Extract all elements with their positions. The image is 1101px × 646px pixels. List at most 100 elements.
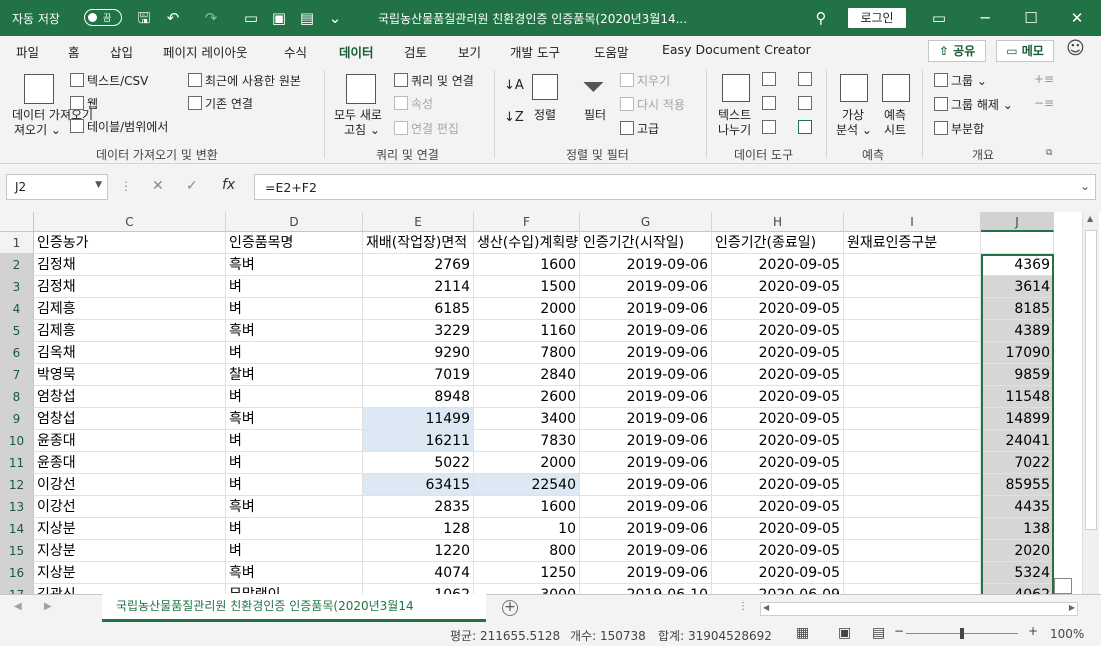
table-cell[interactable] xyxy=(844,452,981,474)
login-button[interactable]: 로그인 xyxy=(848,8,906,28)
table-cell[interactable]: 엄창섭 xyxy=(34,408,226,430)
table-cell[interactable]: 2020-09-05 xyxy=(712,540,844,562)
table-cell[interactable]: 2019-09-06 xyxy=(580,562,712,584)
table-cell[interactable]: 2020-09-05 xyxy=(712,364,844,386)
table-cell[interactable]: 2835 xyxy=(363,496,474,518)
spreadsheet-grid[interactable]: C D E F G H I J 1 인증농가 인증품목명 재배(작업장)면적 생산(수입)계획량 인증기간… xyxy=(0,212,1101,594)
table-cell[interactable]: 2019-09-06 xyxy=(580,298,712,320)
from-web-button[interactable]: 웹 xyxy=(70,95,98,112)
table-cell[interactable]: 2020-09-05 xyxy=(712,430,844,452)
chevron-down-icon[interactable]: ▼ xyxy=(95,180,102,190)
table-cell[interactable]: 이강선 xyxy=(34,474,226,496)
recent-sources-button[interactable]: 최근에 사용한 원본 xyxy=(188,72,301,89)
table-cell[interactable]: 2019-09-06 xyxy=(580,386,712,408)
table-cell[interactable]: 2020-06-09 xyxy=(712,584,844,594)
table-cell[interactable]: 3000 xyxy=(474,584,580,594)
table-cell[interactable]: 63415 xyxy=(363,474,474,496)
table-cell[interactable]: 찰벼 xyxy=(226,364,363,386)
table-cell[interactable]: 2020-09-05 xyxy=(712,276,844,298)
table-cell[interactable]: 벼 xyxy=(226,430,363,452)
zoom-out-icon[interactable]: − xyxy=(894,624,904,638)
table-cell[interactable]: 2020-09-05 xyxy=(712,496,844,518)
table-cell[interactable] xyxy=(844,474,981,496)
table-cell[interactable]: 벼 xyxy=(226,386,363,408)
table-cell[interactable]: 이강선 xyxy=(34,496,226,518)
table-cell[interactable]: 김광신 xyxy=(34,584,226,594)
forecast-sheet-label2[interactable]: 시트 xyxy=(884,121,906,138)
row-header[interactable]: 16 xyxy=(0,562,34,584)
hide-detail-icon[interactable]: −≡ xyxy=(1034,96,1054,110)
feedback-smiley-icon[interactable]: ☺ xyxy=(1066,38,1085,59)
table-cell[interactable]: 박영묵 xyxy=(34,364,226,386)
refresh-all-dropdown[interactable]: 고침 ⌄ xyxy=(344,121,380,138)
sum-cell[interactable]: 24041 xyxy=(981,430,1054,452)
enter-icon[interactable]: ✓ xyxy=(186,178,198,194)
table-cell[interactable] xyxy=(844,430,981,452)
header-cell-g[interactable]: 인증기간(시작일) xyxy=(580,232,712,254)
table-cell[interactable]: 2000 xyxy=(474,452,580,474)
sum-cell[interactable]: 8185 xyxy=(981,298,1054,320)
data-validation-icon[interactable] xyxy=(762,120,776,134)
data-model-icon[interactable] xyxy=(798,120,812,134)
subtotal-button[interactable]: 부분합 xyxy=(934,120,984,137)
table-cell[interactable]: 2020-09-05 xyxy=(712,298,844,320)
get-data-dropdown[interactable]: 져오기 ⌄ xyxy=(14,121,61,138)
clear-filter-button[interactable]: 지우기 xyxy=(620,72,670,89)
row-header[interactable]: 17 xyxy=(0,584,34,594)
undo-icon[interactable]: ↶ xyxy=(164,9,182,27)
sum-cell[interactable]: 138 xyxy=(981,518,1054,540)
row-header[interactable]: 15 xyxy=(0,540,34,562)
table-cell[interactable] xyxy=(844,518,981,540)
table-cell[interactable]: 무말랭이 xyxy=(226,584,363,594)
table-cell[interactable] xyxy=(844,276,981,298)
table-cell[interactable]: 800 xyxy=(474,540,580,562)
table-cell[interactable]: 1250 xyxy=(474,562,580,584)
table-cell[interactable]: 2019-09-06 xyxy=(580,254,712,276)
table-cell[interactable]: 2020-09-05 xyxy=(712,452,844,474)
header-cell-j[interactable] xyxy=(981,232,1054,254)
table-cell[interactable] xyxy=(844,386,981,408)
queries-connections-button[interactable]: 쿼리 및 연결 xyxy=(394,72,474,89)
advanced-filter-button[interactable]: 고급 xyxy=(620,120,659,137)
table-cell[interactable]: 흑벼 xyxy=(226,254,363,276)
table-cell[interactable] xyxy=(844,254,981,276)
table-cell[interactable]: 2020-09-05 xyxy=(712,474,844,496)
properties-button[interactable]: 속성 xyxy=(394,95,433,112)
table-cell[interactable]: 4074 xyxy=(363,562,474,584)
header-cell-f[interactable]: 생산(수입)계획량 xyxy=(474,232,580,254)
tab-page-layout[interactable]: 페이지 레이아웃 xyxy=(163,42,247,61)
zoom-slider-thumb[interactable] xyxy=(960,628,964,639)
header-cell-i[interactable]: 원재료인증구분 xyxy=(844,232,981,254)
table-cell[interactable]: 벼 xyxy=(226,452,363,474)
table-cell[interactable] xyxy=(844,364,981,386)
table-cell[interactable]: 김제흥 xyxy=(34,298,226,320)
header-cell-c[interactable]: 인증농가 xyxy=(34,232,226,254)
sum-cell[interactable]: 9859 xyxy=(981,364,1054,386)
tab-easy-document-creator[interactable]: Easy Document Creator xyxy=(662,42,811,57)
row-header[interactable]: 10 xyxy=(0,430,34,452)
table-cell[interactable]: 2020-09-05 xyxy=(712,386,844,408)
sum-cell[interactable]: 7022 xyxy=(981,452,1054,474)
table-cell[interactable]: 지상분 xyxy=(34,518,226,540)
table-cell[interactable] xyxy=(844,342,981,364)
table-cell[interactable]: 2019-09-06 xyxy=(580,408,712,430)
table-cell[interactable] xyxy=(844,320,981,342)
save-icon[interactable]: 🖫 xyxy=(135,9,153,27)
sum-cell[interactable]: 3614 xyxy=(981,276,1054,298)
table-cell[interactable]: 11499 xyxy=(363,408,474,430)
maximize-icon[interactable]: ☐ xyxy=(1022,9,1040,27)
text-to-columns-label2[interactable]: 나누기 xyxy=(718,121,751,138)
normal-view-icon[interactable]: ▦ xyxy=(796,625,809,641)
next-sheet-icon[interactable]: ▶ xyxy=(44,601,52,612)
table-cell[interactable] xyxy=(844,584,981,594)
row-header[interactable]: 2 xyxy=(0,254,34,276)
sort-az-icon[interactable]: ↓A xyxy=(504,78,524,93)
comments-button[interactable]: ▭ 메모 xyxy=(996,40,1054,62)
tab-file[interactable]: 파일 xyxy=(16,42,39,61)
table-cell[interactable]: 2019-09-06 xyxy=(580,364,712,386)
table-cell[interactable]: 7830 xyxy=(474,430,580,452)
table-cell[interactable] xyxy=(844,562,981,584)
table-cell[interactable]: 벼 xyxy=(226,540,363,562)
from-table-button[interactable]: 테이블/범위에서 xyxy=(70,118,168,135)
table-cell[interactable]: 김제흥 xyxy=(34,320,226,342)
